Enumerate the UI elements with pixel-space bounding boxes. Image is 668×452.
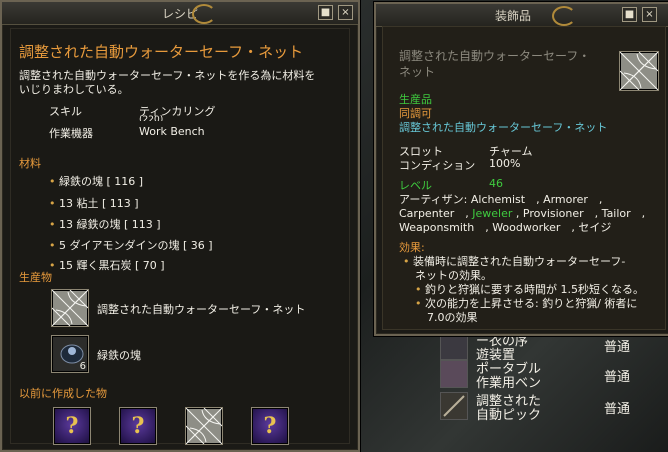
previous-item-slot[interactable]: [185, 407, 223, 445]
recipe-description-line2: いじりまわしている。: [19, 83, 129, 96]
previous-item-slot[interactable]: ?: [251, 407, 289, 445]
bullet-icon: •: [415, 297, 425, 310]
question-mark-icon: ?: [65, 413, 79, 439]
material-text: 15 輝く黒石炭 [ 70 ]: [59, 259, 165, 272]
material-text: 13 緑鉄の塊 [ 113 ]: [59, 218, 161, 231]
list-item[interactable]: ポータブル 作業用ベン 普通: [436, 358, 668, 391]
product-slot-net[interactable]: [51, 289, 89, 327]
question-mark-icon: ?: [263, 413, 277, 439]
tooltip-item-name-line2: ネット: [399, 65, 436, 79]
minimize-button[interactable]: ■: [622, 7, 637, 22]
close-button[interactable]: ×: [338, 5, 353, 20]
material-item: • 13 粘土 [ 113 ]: [49, 195, 139, 211]
product-count: 6: [79, 361, 86, 372]
previous-item-slot[interactable]: ?: [119, 407, 157, 445]
web-icon: [51, 289, 89, 327]
skill-level: (220): [139, 115, 164, 121]
ornament-swirl-icon: [552, 6, 576, 26]
ornament-titlebar[interactable]: 装飾品 ■ ×: [376, 4, 668, 27]
close-button[interactable]: ×: [642, 7, 657, 22]
material-text: 緑鉄の塊 [ 116 ]: [59, 175, 144, 188]
material-item: • 15 輝く黒石炭 [ 70 ]: [49, 257, 165, 273]
bullet-icon: •: [49, 239, 59, 252]
recipe-window: レシピ ■ × 調整された自動ウォーターセーフ・ネット 調整された自動ウォーター…: [0, 0, 360, 452]
item-icon: [440, 332, 468, 360]
bullet-icon: •: [49, 175, 59, 188]
bullet-icon: •: [403, 255, 413, 268]
product-name: 調整された自動ウォーターセーフ・ネット: [97, 303, 306, 316]
bullet-icon: •: [49, 197, 59, 210]
list-item-quality: 普通: [604, 340, 631, 355]
item-icon: [440, 392, 468, 420]
list-item[interactable]: 調整された 自動ピック 普通: [436, 390, 668, 423]
material-text: 13 粘土 [ 113 ]: [59, 197, 139, 210]
material-item: • 5 ダイアモンダインの塊 [ 36 ]: [49, 237, 213, 253]
effect-sub2-line2: 7.0の効果: [427, 311, 478, 324]
previous-item-slot[interactable]: ?: [53, 407, 91, 445]
product-name: 緑鉄の塊: [97, 349, 141, 362]
item-icon: [440, 360, 468, 388]
ornament-body: 調整された自動ウォーターセーフ・ ネット 生産品 同調可 調整された自動ウォータ…: [382, 26, 666, 330]
list-item-quality: 普通: [604, 370, 631, 385]
bullet-icon: •: [49, 218, 59, 231]
device-label: 作業機器: [49, 127, 93, 140]
materials-header: 材料: [19, 157, 41, 170]
recipe-body: 調整された自動ウォーターセーフ・ネット 調整された自動ウォーターセーフ・ネットを…: [10, 28, 350, 445]
material-item: • 13 緑鉄の塊 [ 113 ]: [49, 216, 161, 232]
material-text: 5 ダイアモンダインの塊 [ 36 ]: [59, 239, 213, 252]
device-value: Work Bench: [139, 125, 205, 138]
material-item: • 緑鉄の塊 [ 116 ]: [49, 173, 143, 189]
skill-label: スキル: [49, 105, 82, 118]
list-item-name-line2: 作業用ベン: [476, 376, 542, 391]
ornament-tooltip-window: 装飾品 ■ × 調整された自動ウォーターセーフ・ ネット 生産品 同調可 調整さ…: [374, 2, 668, 336]
recipe-window-title: レシピ: [161, 7, 198, 21]
products-header: 生産物: [19, 271, 52, 284]
recipe-titlebar[interactable]: レシピ ■ ×: [2, 2, 358, 25]
ornament-swirl-icon: [192, 4, 216, 24]
tag-link[interactable]: 調整された自動ウォーターセーフ・ネット: [399, 119, 607, 135]
web-icon: [185, 407, 223, 445]
tooltip-item-name-line1: 調整された自動ウォーターセーフ・: [399, 49, 591, 63]
artisan-line3: Weaponsmith , Woodworker , セイジ: [399, 221, 612, 234]
list-item-quality: 普通: [604, 402, 631, 417]
level-value: 46: [489, 177, 503, 190]
minimize-button[interactable]: ■: [318, 5, 333, 20]
recipe-item-name: 調整された自動ウォーターセーフ・ネット: [19, 43, 304, 61]
question-mark-icon: ?: [131, 413, 145, 439]
list-item-name-line2: 自動ピック: [476, 408, 542, 423]
web-icon: [619, 51, 659, 91]
product-slot-ingot[interactable]: 6: [51, 335, 89, 373]
tooltip-item-icon: [619, 51, 659, 91]
condition-label: コンディション: [399, 159, 476, 172]
condition-value: 100%: [489, 157, 521, 170]
previous-header: 以前に作成した物: [19, 387, 107, 400]
